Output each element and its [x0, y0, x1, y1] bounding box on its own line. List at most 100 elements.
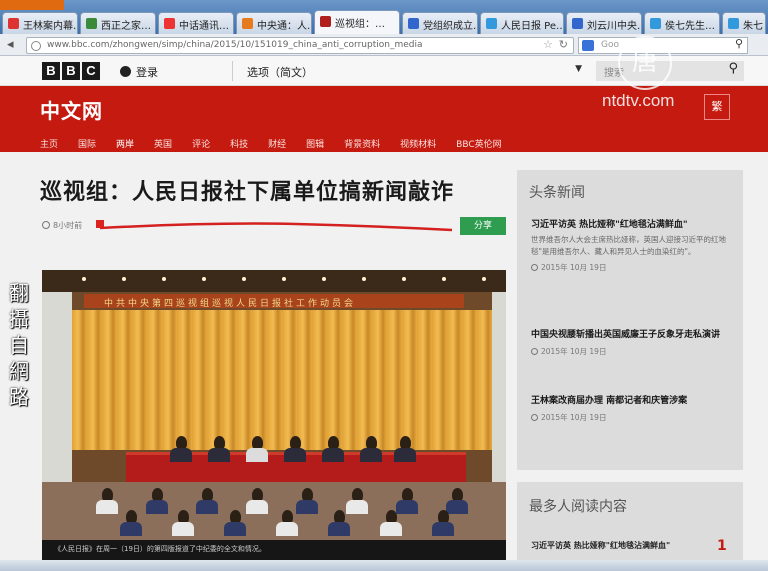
back-arrow-icon[interactable]: ◂ — [7, 37, 14, 52]
search-icon[interactable]: ⚲ — [728, 61, 738, 76]
tab-label: 西正之家… — [101, 21, 151, 32]
news-item-date: 2015年 10月 19日 — [531, 262, 731, 273]
clock-icon — [531, 348, 538, 355]
timestamp-text: 8小时前 — [53, 221, 83, 230]
tab-favicon-icon — [8, 18, 19, 29]
photo-pillar — [42, 292, 72, 492]
bookmark-star-icon[interactable]: ☆ — [543, 38, 553, 51]
browser-tab[interactable]: 人民日报 Pe… — [480, 12, 564, 34]
firefox-menu-button[interactable] — [0, 0, 64, 10]
person — [276, 522, 298, 536]
news-item[interactable]: 中国央视腰斩播出英国威廉王子反象牙走私演讲 2015年 10月 19日 — [531, 328, 731, 357]
browser-tab[interactable]: 中话通讯… — [158, 12, 234, 34]
overlay-char: 路 — [9, 385, 29, 409]
article-photo: 中共中央第四巡视组巡视人民日报社工作动员会 《人民日报》在周一（19日）的第四版… — [42, 270, 506, 560]
person — [172, 522, 194, 536]
tab-favicon-icon — [572, 18, 583, 29]
tab-favicon-icon — [650, 18, 661, 29]
user-icon — [120, 66, 131, 77]
bbc-logo-letter[interactable]: B — [62, 62, 80, 80]
ntd-logo-stamp: 唐 — [618, 36, 672, 90]
most-read-item[interactable]: 习近平访英 热比娅称"红地毯沾满鲜血" — [531, 540, 711, 552]
article-page: 巡视组：人民日报社下属单位搞新闻敲诈 8小时前 分享 中共中央第四巡视组巡视人民… — [0, 152, 768, 571]
clock-icon — [42, 221, 50, 229]
news-item[interactable]: 王林案改商届办理 南都记者和庆管涉案 2015年 10月 19日 — [531, 394, 731, 423]
person — [120, 522, 142, 536]
tab-label: 刘云川中央… — [587, 21, 642, 32]
signin-link[interactable]: 登录 — [120, 64, 158, 80]
stage-curtain — [72, 310, 492, 450]
browser-tab[interactable]: 朱七 — [722, 12, 766, 34]
news-item-date-text: 2015年 10月 19日 — [541, 263, 607, 272]
tab-favicon-icon — [242, 18, 253, 29]
news-item-date-text: 2015年 10月 19日 — [541, 347, 607, 356]
tab-favicon-icon — [408, 18, 419, 29]
news-item-title[interactable]: 中国央视腰斩播出英国威廉王子反象牙走私演讲 — [531, 328, 731, 342]
person — [246, 500, 268, 514]
photo-ceiling — [42, 270, 506, 292]
overlay-char: 翻 — [9, 281, 29, 305]
search-placeholder: Goo — [601, 40, 619, 50]
signin-label: 登录 — [136, 66, 158, 79]
top-news-title: 头条新闻 — [529, 185, 585, 201]
red-underline-annotation — [96, 220, 453, 232]
tab-favicon-icon — [486, 18, 497, 29]
browser-tab[interactable]: 中央通：人… — [236, 12, 312, 34]
clock-icon — [531, 414, 538, 421]
browser-tab[interactable]: 党组织成立… — [402, 12, 478, 34]
news-item-title[interactable]: 王林案改商届办理 南都记者和庆管涉案 — [531, 394, 731, 408]
tab-label: 王林案内幕… — [23, 21, 78, 32]
news-item[interactable]: 习近平访英 热比娅称"红地毯沾满鲜血" 世界维吾尔人大会主席热比娅称，英国人迎接… — [531, 218, 731, 273]
person — [346, 500, 368, 514]
news-item-title[interactable]: 习近平访英 热比娅称"红地毯沾满鲜血" — [531, 218, 731, 232]
tab-favicon-icon — [164, 18, 175, 29]
browser-tab[interactable]: 刘云川中央… — [566, 12, 642, 34]
browser-tab-active[interactable]: 巡视组：… — [314, 10, 400, 34]
bbc-logo-letter[interactable]: C — [82, 62, 100, 80]
url-text: www.bbc.com/zhongwen/simp/china/2015/10/… — [47, 40, 423, 50]
person — [170, 448, 192, 462]
tab-label: 侯七先生… — [665, 21, 715, 32]
most-read-panel: 最多人阅读内容 习近平访英 热比娅称"红地毯沾满鲜血" 1 — [517, 482, 743, 571]
person — [322, 448, 344, 462]
person — [96, 500, 118, 514]
chevron-down-icon: ▼ — [575, 64, 582, 74]
vertical-overlay-caption: 翻 攝 自 網 路 — [8, 280, 30, 410]
tab-label: 党组织成立… — [423, 21, 478, 32]
screen-bottom-edge — [0, 560, 768, 571]
person — [380, 522, 402, 536]
meeting-banner-text: 中共中央第四巡视组巡视人民日报社工作动员会 — [104, 299, 357, 309]
person — [360, 448, 382, 462]
news-item-date: 2015年 10月 19日 — [531, 346, 731, 357]
share-button[interactable]: 分享 — [460, 217, 506, 235]
tab-label: 人民日报 Pe… — [501, 21, 564, 32]
overlay-char: 攝 — [9, 307, 29, 331]
tab-label: 中话通讯… — [179, 21, 229, 32]
ntdtv-watermark: ntdtv.com — [602, 91, 675, 110]
browser-tab[interactable]: 王林案内幕… — [2, 12, 78, 34]
person — [284, 448, 306, 462]
bbc-logo-letter[interactable]: B — [42, 62, 60, 80]
browser-tab[interactable]: 西正之家… — [80, 12, 156, 34]
address-bar[interactable]: www.bbc.com/zhongwen/simp/china/2015/10/… — [26, 37, 574, 54]
tab-favicon-icon — [320, 16, 331, 27]
reload-icon[interactable]: ↻ — [559, 38, 568, 51]
person — [224, 522, 246, 536]
photo-caption: 《人民日报》在周一（19日）的第四版报道了中纪委的全文和情况。 — [54, 545, 266, 553]
person — [446, 500, 468, 514]
search-engine-icon[interactable] — [582, 40, 594, 51]
news-item-date: 2015年 10月 19日 — [531, 412, 731, 423]
person — [208, 448, 230, 462]
traditional-chinese-button[interactable]: 繁 — [704, 94, 730, 120]
language-select[interactable]: 选项（简文） ▼ — [232, 61, 590, 81]
person — [196, 500, 218, 514]
search-icon[interactable]: ⚲ — [735, 37, 743, 50]
person — [394, 448, 416, 462]
news-item-summary: 世界维吾尔人大会主席热比娅称，英国人迎接习近平的红地毯"是用维吾尔人、藏人和异见… — [531, 235, 726, 256]
annotation-stroke — [99, 222, 453, 232]
meeting-banner: 中共中央第四巡视组巡视人民日报社工作动员会 — [84, 294, 464, 309]
globe-icon — [31, 41, 41, 51]
site-title[interactable]: 中文网 — [40, 95, 103, 124]
tab-label: 巡视组：… — [335, 19, 385, 30]
browser-tab[interactable]: 侯七先生… — [644, 12, 720, 34]
